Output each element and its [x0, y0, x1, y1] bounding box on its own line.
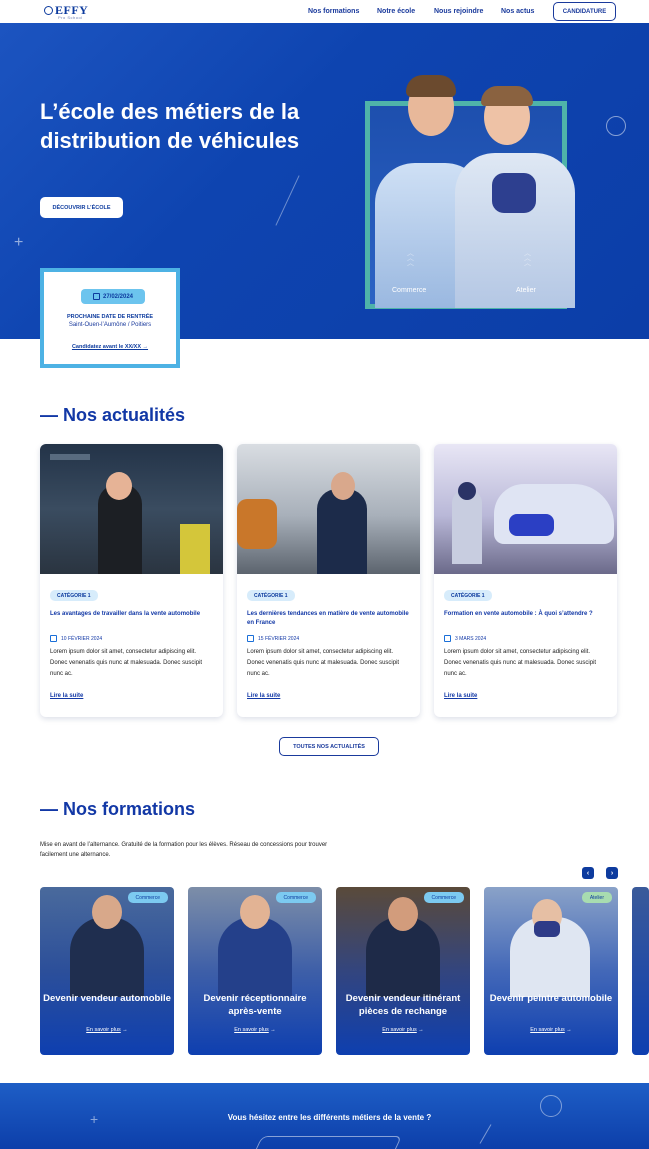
- formation-badge: Commerce: [423, 892, 464, 903]
- learn-more-label: En savoir plus: [530, 1027, 565, 1033]
- formation-title: Devenir vendeur itinérant pièces de rech…: [345, 993, 461, 1017]
- rentree-date: 27/02/2024: [102, 293, 134, 300]
- nav-link-ecole[interactable]: Notre école: [377, 8, 415, 15]
- learn-more-link[interactable]: En savoir plus →: [40, 1027, 174, 1033]
- learn-more-link[interactable]: En savoir plus →: [188, 1027, 322, 1033]
- formation-card-partial[interactable]: [632, 887, 649, 1055]
- carousel-next-button[interactable]: ›: [606, 867, 618, 879]
- person-vendeur-head: [92, 895, 122, 929]
- formation-card[interactable]: Commerce Devenir réceptionnaire après-ve…: [188, 887, 322, 1055]
- formation-badge: Commerce: [275, 892, 316, 903]
- nav-link-rejoindre[interactable]: Nous rejoindre: [434, 8, 483, 15]
- photo-label-commerce: Commerce: [392, 287, 427, 294]
- calendar-icon: [50, 635, 57, 642]
- news-title[interactable]: Les dernières tendances en matière de ve…: [247, 610, 412, 628]
- category-badge: CATÉGORIE 1: [50, 590, 98, 601]
- news-card[interactable]: CATÉGORIE 1 Les dernières tendances en m…: [237, 444, 420, 717]
- formation-badge: Commerce: [127, 892, 168, 903]
- news-date: 15 FÉVRIER 2024: [247, 635, 299, 642]
- formation-card[interactable]: Commerce Devenir vendeur automobile En s…: [40, 887, 174, 1055]
- chevron-up-icon: ︿ ︿ ︿: [524, 250, 531, 267]
- learn-more-link[interactable]: En savoir plus →: [484, 1027, 618, 1033]
- arrow-right-icon: →: [418, 1027, 424, 1033]
- calendar-icon: [444, 635, 451, 642]
- chevron-up-icon: ︿ ︿ ︿: [407, 250, 414, 267]
- logo-subtitle: Pro School: [58, 15, 83, 20]
- bottom-banner: + Vous hésitez entre les différents méti…: [0, 1083, 649, 1149]
- formation-card[interactable]: Commerce Devenir vendeur itinérant pièce…: [336, 887, 470, 1055]
- arrow-right-icon: →: [270, 1027, 276, 1033]
- formation-title: Devenir peintre automobile: [489, 993, 613, 1004]
- news-image-showroom: [237, 444, 420, 574]
- news-card[interactable]: CATÉGORIE 1 Les avantages de travailler …: [40, 444, 223, 717]
- read-more-link[interactable]: Lire la suite: [444, 693, 477, 699]
- person-commerce-hair: [406, 75, 456, 97]
- learn-more-link[interactable]: En savoir plus →: [336, 1027, 470, 1033]
- nav-link-actus[interactable]: Nos actus: [501, 8, 534, 15]
- arrow-right-icon: →: [122, 1027, 128, 1033]
- person-vendeur: [70, 917, 144, 997]
- news-excerpt: Lorem ipsum dolor sit amet, consectetur …: [50, 649, 203, 677]
- news-section-title: — Nos actualités: [40, 405, 186, 425]
- formation-badge: Atelier: [581, 892, 612, 903]
- news-date-text: 10 FÉVRIER 2024: [61, 635, 103, 642]
- apply-link-label: Candidatez avant le XX/XX: [71, 344, 142, 350]
- respirator-mask: [492, 173, 536, 213]
- calendar-icon: [247, 635, 254, 642]
- rentree-title: PROCHAINE DATE DE RENTRÉE: [66, 314, 154, 320]
- category-badge: CATÉGORIE 1: [247, 590, 295, 601]
- all-news-button[interactable]: TOUTES NOS ACTUALITÉS: [279, 737, 379, 756]
- formations-description: Mise en avant de l’alternance. Gratuité …: [40, 842, 328, 858]
- person-atelier-hair: [481, 86, 533, 106]
- plus-icon: +: [14, 234, 24, 251]
- top-nav: EFFY Pro School Nos formations Notre éco…: [0, 0, 649, 23]
- news-title[interactable]: Les avantages de travailler dans la vent…: [50, 610, 215, 619]
- banner-text: Vous hésitez entre les différents métier…: [227, 1113, 432, 1122]
- learn-more-label: En savoir plus: [382, 1027, 417, 1033]
- calendar-icon: [92, 293, 100, 300]
- read-more-link[interactable]: Lire la suite: [247, 693, 280, 699]
- circle-decor: [606, 116, 626, 136]
- globe-icon: [44, 6, 53, 15]
- arrow-right-icon: →: [142, 344, 149, 350]
- news-image-mechanic: [40, 444, 223, 574]
- news-title[interactable]: Formation en vente automobile : À quoi s…: [444, 610, 609, 619]
- formation-card[interactable]: Atelier Devenir peintre automobile En sa…: [484, 887, 618, 1055]
- news-excerpt: Lorem ipsum dolor sit amet, consectetur …: [247, 649, 400, 677]
- read-more-link[interactable]: Lire la suite: [50, 693, 83, 699]
- person-receptionnaire: [218, 917, 292, 997]
- banner-button-outline[interactable]: [248, 1136, 402, 1149]
- logo[interactable]: EFFY Pro School: [44, 3, 88, 20]
- discover-school-button[interactable]: DÉCOUVRIR L’ÉCOLE: [40, 197, 123, 218]
- news-card[interactable]: CATÉGORIE 1 Formation en vente automobil…: [434, 444, 617, 717]
- candidature-button[interactable]: CANDIDATURE: [553, 2, 616, 21]
- rentree-date-badge: 27/02/2024: [81, 289, 145, 304]
- decor-line: [479, 1124, 492, 1144]
- carousel-prev-button[interactable]: ‹: [582, 867, 594, 879]
- person-itinerant-head: [388, 897, 418, 931]
- category-badge: CATÉGORIE 1: [444, 590, 492, 601]
- arrow-right-icon: →: [566, 1027, 572, 1033]
- photo-label-atelier: Atelier: [516, 287, 536, 294]
- nav-link-formations[interactable]: Nos formations: [308, 8, 359, 15]
- formations-section-title: — Nos formations: [40, 799, 196, 819]
- respirator-mask: [534, 921, 560, 937]
- formation-title: Devenir réceptionnaire après-vente: [203, 993, 307, 1017]
- person-receptionnaire-head: [240, 895, 270, 929]
- formation-title: Devenir vendeur automobile: [43, 993, 171, 1004]
- rentree-location: Saint-Ouen-l’Aumône / Poitiers: [68, 322, 152, 328]
- page: EFFY Pro School Nos formations Notre éco…: [0, 0, 649, 1149]
- apply-link[interactable]: Candidatez avant le XX/XX →: [44, 344, 176, 350]
- hero-title: L’école des métiers de la distribution d…: [40, 99, 300, 153]
- news-date-text: 3 MARS 2024: [455, 635, 487, 642]
- learn-more-label: En savoir plus: [86, 1027, 121, 1033]
- decor-line: [275, 175, 300, 226]
- news-date: 10 FÉVRIER 2024: [50, 635, 102, 642]
- news-excerpt: Lorem ipsum dolor sit amet, consectetur …: [444, 649, 597, 677]
- news-image-paint-booth: [434, 444, 617, 574]
- news-date-text: 15 FÉVRIER 2024: [258, 635, 300, 642]
- news-date: 3 MARS 2024: [444, 635, 486, 642]
- learn-more-label: En savoir plus: [234, 1027, 269, 1033]
- rentree-card: 27/02/2024 PROCHAINE DATE DE RENTRÉE Sai…: [40, 268, 180, 368]
